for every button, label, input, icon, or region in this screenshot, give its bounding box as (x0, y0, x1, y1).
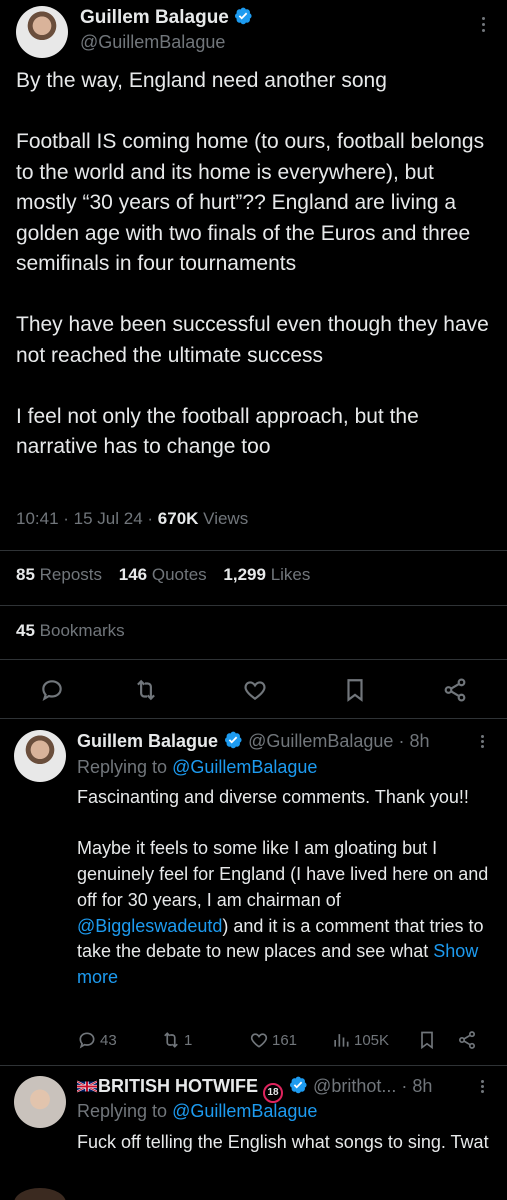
replying-prefix: Replying to (77, 1101, 168, 1121)
share-icon[interactable] (457, 1028, 477, 1052)
reply-header: Guillem Balague @GuillemBalague · 8h (77, 731, 430, 751)
verified-badge-icon (225, 731, 242, 749)
repost-button[interactable]: 1 (161, 1028, 192, 1052)
divider (0, 550, 507, 551)
views-icon (334, 1034, 349, 1047)
quotes-count: 146 (118, 565, 148, 584)
reply-button[interactable]: 43 (77, 1028, 117, 1052)
replying-to: Replying to @GuillemBalague (77, 757, 317, 778)
bookmarks-stat[interactable]: 45 Bookmarks (16, 621, 125, 641)
divider (0, 659, 507, 660)
verified-badge-icon (290, 1076, 307, 1094)
views-count: 105K (354, 1031, 390, 1049)
reply-icon[interactable] (37, 672, 67, 708)
reply-text: Fascinanting and diverse comments. Thank… (77, 785, 497, 991)
bookmark-icon[interactable] (340, 672, 370, 708)
engagement-stats: 85 Reposts 146 Quotes 1,299 Likes (16, 565, 322, 585)
replying-prefix: Replying to (77, 757, 168, 777)
reply-text-part: Fascinanting and diverse comments. Thank… (77, 787, 489, 910)
reply-actions: 43 1 161 105K (77, 1028, 497, 1052)
divider (0, 605, 507, 606)
views-count: 670K (157, 509, 199, 528)
next-reply-avatar[interactable] (14, 1188, 66, 1200)
reply-avatar[interactable] (14, 730, 66, 782)
reposts-stat[interactable]: 85 Reposts (16, 565, 102, 584)
replying-to-link[interactable]: @GuillemBalague (172, 1101, 317, 1121)
tweet-time[interactable]: 10:41 (16, 509, 59, 528)
tweet-meta: 10:41 · 15 Jul 24 · 670K Views (16, 509, 249, 528)
like-icon (250, 1033, 268, 1048)
uk-flag-icon (77, 1080, 97, 1093)
author-name[interactable]: Guillem Balague (80, 7, 229, 28)
share-icon[interactable] (440, 672, 470, 708)
tweet-text: By the way, England need another song Fo… (16, 69, 489, 458)
author-avatar[interactable] (16, 6, 68, 58)
quotes-label: Quotes (151, 565, 207, 584)
more-options-icon[interactable] (477, 1078, 487, 1098)
like-icon[interactable] (240, 672, 270, 708)
tweet-header: Guillem Balague @GuillemBalague (80, 6, 253, 53)
replying-to: Replying to @GuillemBalague (77, 1101, 317, 1122)
reply-author-name[interactable]: BRITISH HOTWIFE (98, 1076, 258, 1096)
reposts-count: 85 (16, 565, 35, 584)
bookmarks-count: 45 (16, 621, 35, 640)
mention-link[interactable]: @Biggleswadeutd (77, 916, 222, 936)
bookmark-icon[interactable] (417, 1028, 437, 1052)
reply-author-handle[interactable]: @GuillemBalague (248, 731, 393, 751)
divider (0, 718, 507, 719)
views-label: Views (203, 509, 249, 528)
like-count: 161 (272, 1031, 298, 1049)
reply-age[interactable]: 8h (409, 731, 429, 751)
verified-badge-icon (235, 7, 252, 25)
reply-avatar[interactable] (14, 1076, 66, 1128)
views-button[interactable]: 105K (331, 1028, 389, 1052)
repost-count: 1 (184, 1031, 193, 1049)
likes-count: 1,299 (223, 565, 266, 584)
tweet-actions (0, 672, 507, 708)
likes-label: Likes (270, 565, 311, 584)
more-options-icon[interactable] (475, 14, 491, 36)
reply-age[interactable]: 8h (412, 1076, 432, 1096)
reply-count: 43 (100, 1031, 117, 1049)
author-handle[interactable]: @GuillemBalague (80, 32, 253, 53)
reposts-label: Reposts (39, 565, 103, 584)
reply-text: Fuck off telling the English what songs … (77, 1132, 489, 1152)
repost-icon (164, 1032, 178, 1048)
no-under-18-icon: 18 (263, 1083, 284, 1103)
quotes-stat[interactable]: 146 Quotes (119, 565, 207, 584)
likes-stat[interactable]: 1,299 Likes (223, 565, 310, 584)
bookmarks-label: Bookmarks (39, 621, 125, 640)
repost-icon[interactable] (131, 672, 161, 708)
reply-icon (79, 1032, 95, 1049)
reply-header: BRITISH HOTWIFE 18 @brithot... · 8h (77, 1075, 432, 1103)
reply-author-name[interactable]: Guillem Balague (77, 731, 218, 751)
replying-to-link[interactable]: @GuillemBalague (172, 757, 317, 777)
more-options-icon[interactable] (477, 733, 487, 753)
reply-author-handle[interactable]: @brithot... (313, 1076, 396, 1096)
tweet-date[interactable]: 15 Jul 24 (74, 509, 143, 528)
like-button[interactable]: 161 (249, 1028, 297, 1052)
divider (0, 1065, 507, 1066)
